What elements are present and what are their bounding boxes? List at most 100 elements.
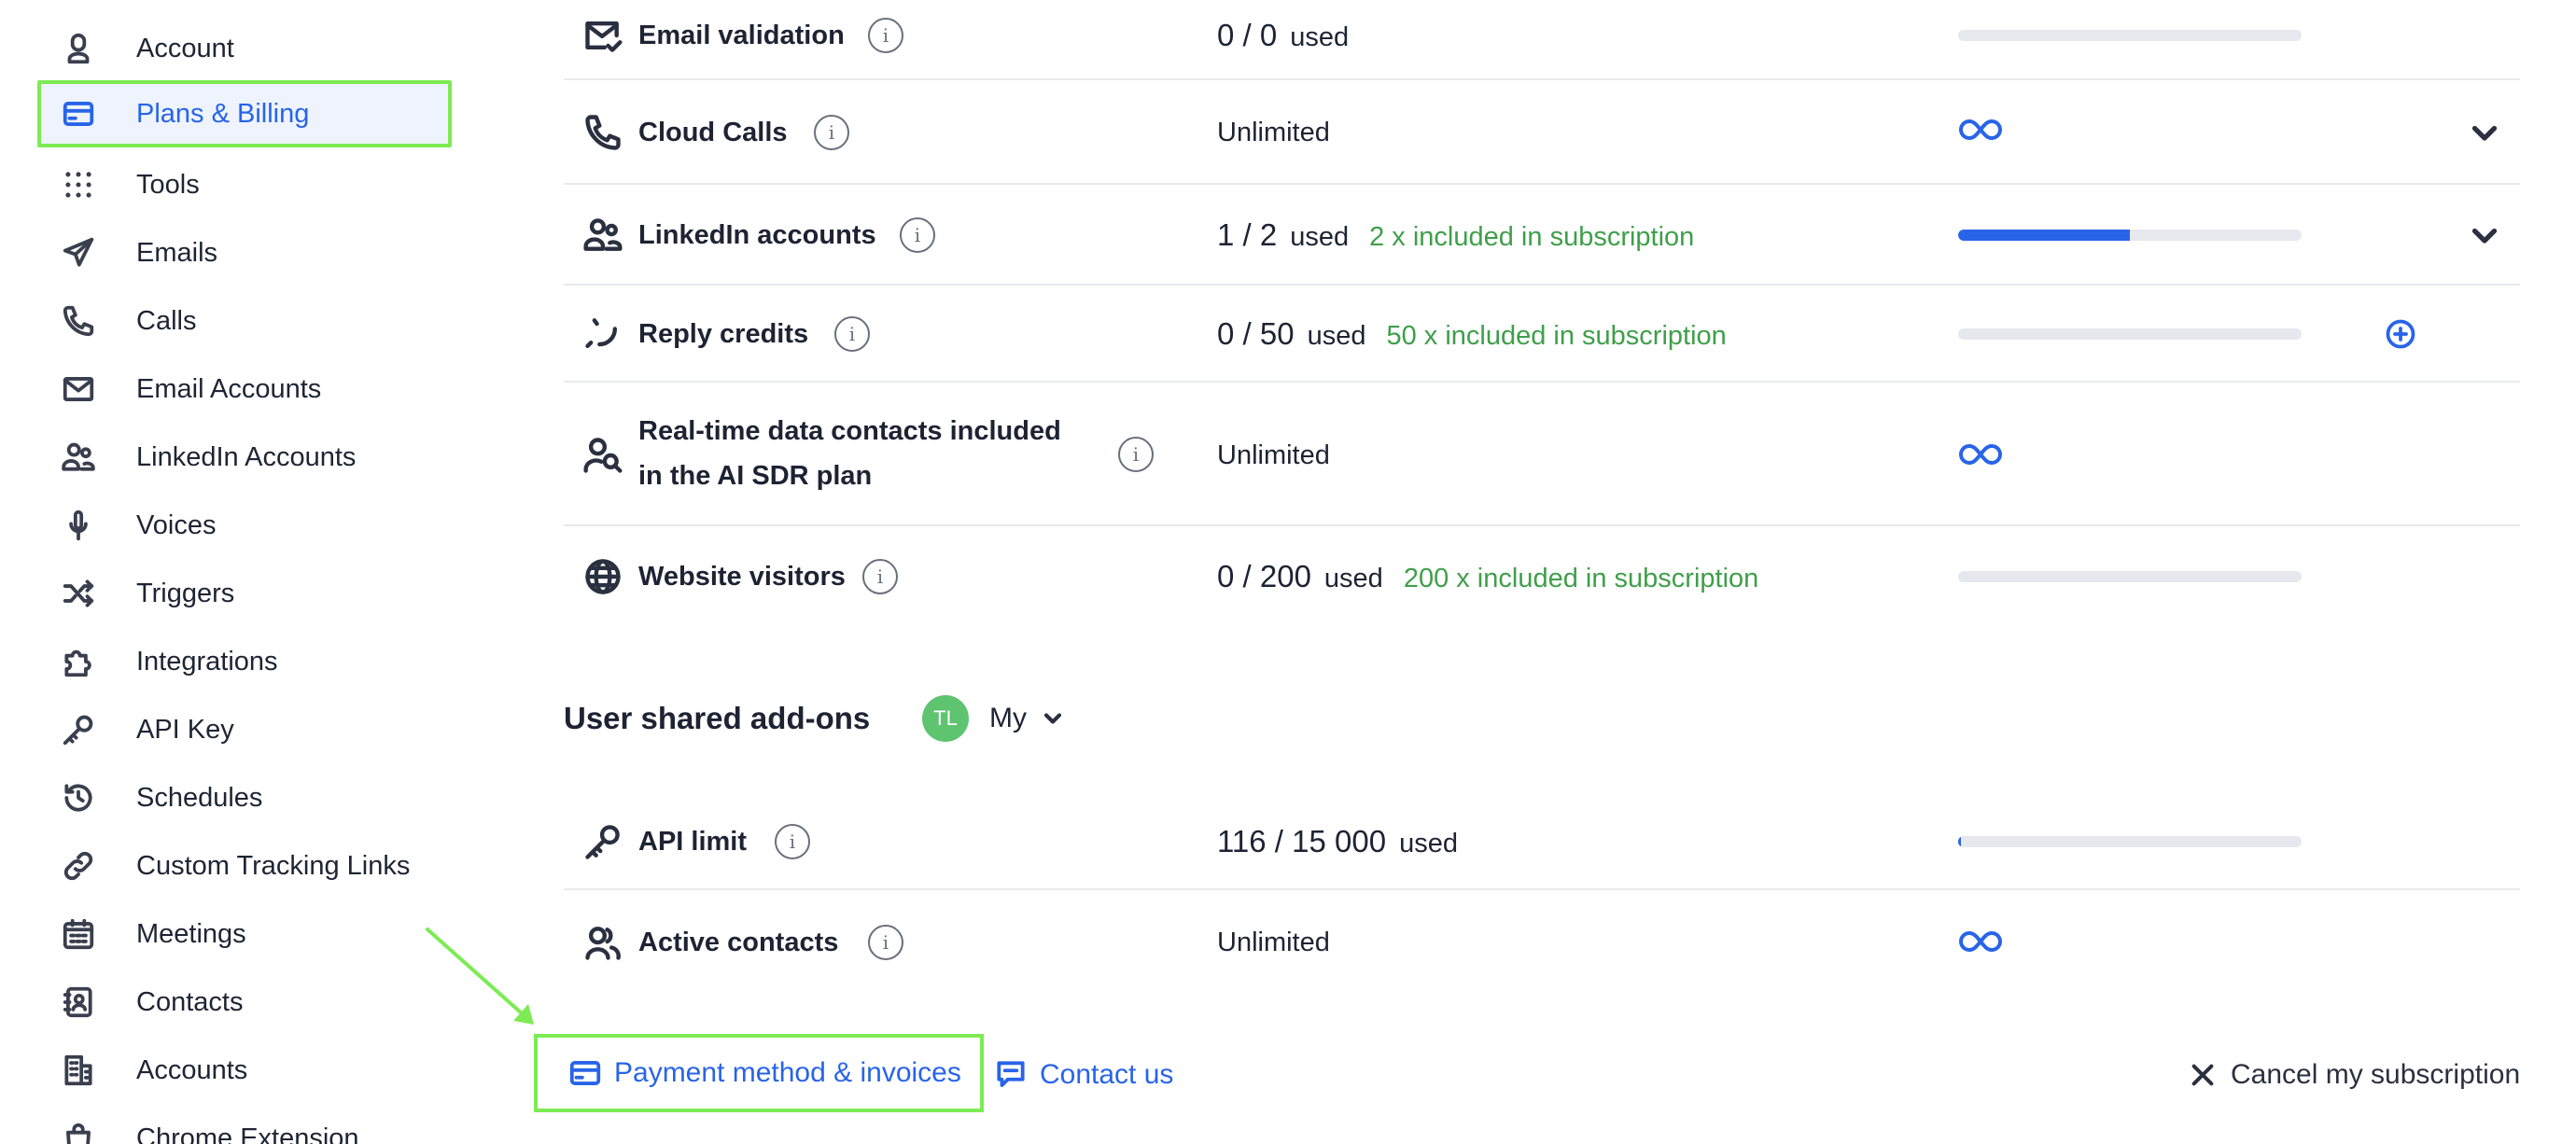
sidebar-item-tools[interactable]: Tools — [37, 151, 452, 218]
section-title-user-shared-addons: User shared add-ons — [564, 701, 871, 735]
paper-plane-icon — [58, 232, 99, 273]
progress-fill — [1958, 230, 2130, 241]
row-name: Email validation — [638, 21, 845, 50]
contact-link-label: Contact us — [1040, 1059, 1174, 1090]
usage-progress-bar — [1958, 571, 2302, 582]
key-icon — [58, 709, 99, 750]
usage-progress-bar — [1958, 328, 2302, 340]
info-icon[interactable]: i — [868, 925, 903, 960]
sidebar-item-triggers[interactable]: Triggers — [37, 560, 452, 627]
info-icon[interactable]: i — [1118, 437, 1154, 472]
infinity-icon — [1958, 928, 2003, 956]
sidebar-item-chrome-extension[interactable]: Chrome Extension — [37, 1105, 452, 1144]
progress-fill — [1958, 836, 1961, 847]
avatar: TL — [922, 695, 969, 742]
info-icon[interactable]: i — [862, 559, 898, 594]
users-icon — [581, 213, 625, 258]
sidebar-item-label: Custom Tracking Links — [136, 850, 411, 881]
history-icon — [58, 777, 99, 818]
row-name: Reply credits — [638, 319, 809, 349]
usage-row-reply-credits: Reply credits i 0 / 50 used 50 x included … — [564, 286, 2520, 383]
reply-smile-icon — [581, 312, 625, 356]
sidebar-item-meetings[interactable]: Meetings — [37, 900, 452, 968]
usage-value: 0 / 50 used 50 x included in subscription — [1217, 316, 1727, 351]
envelope-check-icon — [581, 13, 625, 58]
shuffle-icon — [58, 573, 99, 614]
microphone-icon — [58, 505, 99, 546]
close-icon — [2191, 1064, 2214, 1086]
expand-chevron-icon[interactable] — [2468, 218, 2501, 252]
sidebar-item-label: Contacts — [136, 986, 244, 1017]
puzzle-icon — [58, 641, 99, 682]
contact-book-icon — [58, 982, 99, 1023]
cancel-subscription-link[interactable]: Cancel my subscription — [2188, 1054, 2520, 1095]
sidebar-item-schedules[interactable]: Schedules — [37, 764, 452, 831]
info-icon[interactable]: i — [834, 316, 870, 352]
link-icon — [58, 845, 99, 886]
chat-icon — [997, 1061, 1025, 1087]
sidebar-item-calls[interactable]: Calls — [37, 287, 452, 355]
add-credits-icon[interactable] — [2384, 317, 2417, 351]
sidebar-item-label: Plans & Billing — [136, 98, 310, 129]
payment-method-invoices-link[interactable]: Payment method & invoices — [534, 1034, 984, 1112]
sidebar-item-plans-billing[interactable]: Plans & Billing — [37, 80, 452, 147]
sidebar-item-label: Calls — [136, 305, 197, 336]
usage-row-website-visitors: Website visitors i 0 / 200 used 200 x incl… — [564, 526, 2520, 629]
info-icon[interactable]: i — [775, 824, 810, 859]
sidebar-item-label: Email Accounts — [136, 373, 322, 404]
globe-icon — [581, 554, 625, 599]
info-icon[interactable]: i — [814, 115, 849, 150]
sidebar-item-label: Meetings — [136, 918, 246, 949]
info-icon[interactable]: i — [868, 18, 903, 53]
usage-row-cloud-calls: Cloud Calls i Unlimited — [564, 80, 2520, 185]
phone-icon — [581, 110, 625, 155]
sidebar-item-emails[interactable]: Emails — [37, 219, 452, 286]
sidebar-item-custom-tracking-links[interactable]: Custom Tracking Links — [37, 832, 452, 900]
sidebar-item-account[interactable]: Account — [37, 15, 452, 82]
infinity-icon — [1958, 116, 2003, 144]
credit-card-icon — [569, 1061, 601, 1085]
usage-progress-bar — [1958, 30, 2302, 41]
sidebar-item-label: Account — [136, 33, 234, 63]
addon-row-api-limit: API limit i 116 / 15 000 used — [564, 789, 2520, 890]
sidebar-item-label: API Key — [136, 714, 234, 745]
building-icon — [58, 1050, 99, 1091]
users-icon — [58, 437, 99, 478]
usage-row-linkedin-accounts: LinkedIn accounts i 1 / 2 used 2 x include… — [564, 185, 2520, 286]
sidebar-item-voices[interactable]: Voices — [37, 492, 452, 559]
sidebar-item-accounts[interactable]: Accounts — [37, 1037, 452, 1104]
sidebar-item-label: Voices — [136, 509, 217, 540]
grid-dots-icon — [58, 164, 99, 205]
bag-icon — [58, 1118, 99, 1144]
sidebar-item-label: Tools — [136, 169, 200, 200]
sidebar-item-label: Schedules — [136, 782, 263, 813]
row-name: Website visitors — [638, 562, 846, 592]
row-name: Cloud Calls — [638, 118, 788, 147]
usage-value: Unlimited — [1217, 440, 1330, 470]
envelope-icon — [58, 369, 99, 410]
usage-value: 116 / 15 000 used — [1217, 824, 1458, 858]
user-selector-dropdown[interactable]: TL My — [922, 694, 1066, 743]
annotation-arrow-icon — [426, 928, 534, 1025]
infinity-icon — [1958, 440, 2003, 468]
sidebar-item-label: LinkedIn Accounts — [136, 441, 357, 472]
usage-row-realtime-data-contacts: Real-time data contacts included in the A… — [564, 383, 2520, 526]
usage-value: 1 / 2 used 2 x included in subscription — [1217, 217, 1695, 252]
user-selector-label: My — [989, 703, 1027, 733]
expand-chevron-icon[interactable] — [2468, 116, 2501, 149]
usage-row-email-validation: Email validation i 0 / 0 used — [564, 0, 2520, 80]
sidebar-item-linkedin-accounts[interactable]: LinkedIn Accounts — [37, 424, 452, 491]
row-name: Active contacts — [638, 928, 839, 957]
usage-progress-bar — [1958, 230, 2302, 241]
sidebar-item-contacts[interactable]: Contacts — [37, 969, 452, 1036]
phone-icon — [58, 300, 99, 342]
usage-value: Unlimited — [1217, 118, 1330, 147]
sidebar-item-api-key[interactable]: API Key — [37, 696, 452, 763]
sidebar-item-email-accounts[interactable]: Email Accounts — [37, 356, 452, 423]
user-search-icon — [581, 433, 625, 478]
chevron-down-icon — [1040, 705, 1066, 732]
contact-us-link[interactable]: Contact us — [993, 1054, 1173, 1095]
sidebar-item-integrations[interactable]: Integrations — [37, 628, 452, 695]
info-icon[interactable]: i — [900, 217, 935, 253]
usage-value: 0 / 0 used — [1217, 18, 1350, 52]
